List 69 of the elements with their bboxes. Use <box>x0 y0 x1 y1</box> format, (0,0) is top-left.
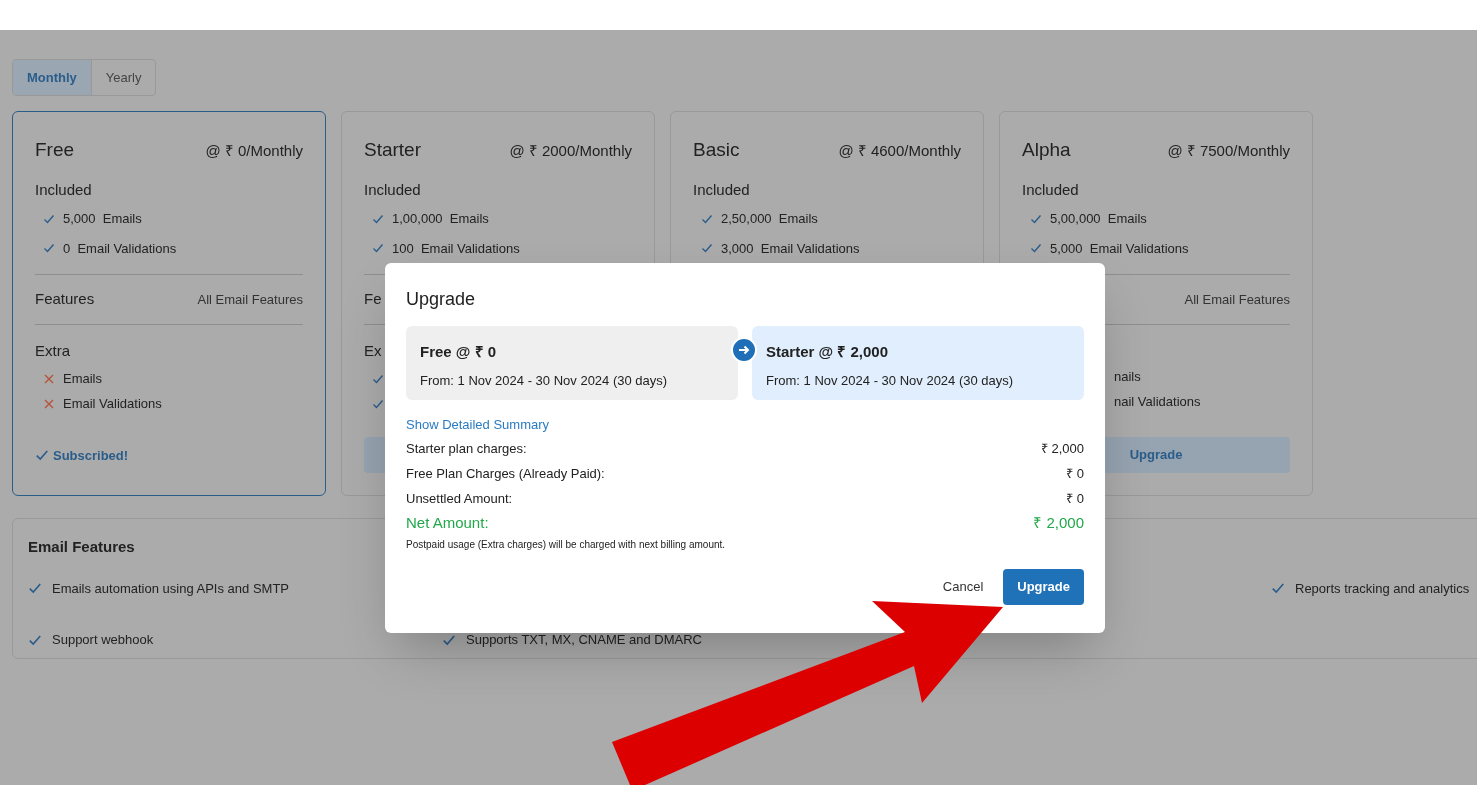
charge-label: Free Plan Charges (Already Paid): <box>406 466 605 482</box>
feature-item: Reports tracking and analytics <box>1295 579 1470 598</box>
feature-item: Supports TXT, MX, CNAME and DMARC <box>466 631 702 649</box>
plan-price: @ ₹ 0/Monthly <box>205 141 303 161</box>
net-amount-value: ₹ 2,000 <box>1033 513 1084 533</box>
check-icon <box>43 212 55 225</box>
plan-period: From: 1 Nov 2024 - 30 Nov 2024 (30 days) <box>766 371 1015 390</box>
cross-icon <box>43 372 55 385</box>
check-icon <box>1030 212 1042 225</box>
cross-icon <box>43 397 55 410</box>
plan-name: Basic <box>693 138 740 162</box>
extra-item: nails <box>1114 368 1141 387</box>
plan-price: @ ₹ 7500/Monthly <box>1167 141 1290 161</box>
check-icon <box>28 581 42 596</box>
included-item: 1,00,000 Emails <box>392 210 489 228</box>
cancel-button[interactable]: Cancel <box>936 569 990 605</box>
plan-name: Free <box>35 138 75 162</box>
check-icon <box>372 397 384 410</box>
summary-link[interactable]: Show Detailed Summary <box>406 417 550 433</box>
section-heading: Included <box>364 179 421 200</box>
check-icon <box>372 212 384 225</box>
included-item: 2,50,000 Emails <box>721 210 818 228</box>
plan-name: Alpha <box>1022 138 1071 162</box>
check-icon <box>1271 581 1285 596</box>
included-item: 0 Email Validations <box>63 239 177 258</box>
section-heading: Ex <box>364 341 382 361</box>
plan-period: From: 1 Nov 2024 - 30 Nov 2024 (30 days) <box>420 371 669 390</box>
charge-value: ₹ 0 <box>1066 491 1084 507</box>
section-heading: Fe <box>364 289 382 310</box>
plan-name: Starter <box>364 138 422 162</box>
extra-item: Emails <box>63 369 102 388</box>
features-value: All Email Features <box>1184 290 1290 309</box>
charge-label: Starter plan charges: <box>406 441 527 457</box>
billing-note: Postpaid usage (Extra charges) will be charged with next billing amount. <box>406 539 726 551</box>
net-amount-label: Net Amount: <box>406 513 489 533</box>
section-heading: Included <box>1022 179 1079 200</box>
plan-price: @ ₹ 4600/Monthly <box>838 141 961 161</box>
plan-summary: Starter @ ₹ 2,000 <box>766 342 890 362</box>
plan-summary: Free @ ₹ 0 <box>420 342 498 362</box>
features-value: All Email Features <box>197 290 303 309</box>
included-item: 100 Email Validations <box>392 239 520 258</box>
charge-label: Unsettled Amount: <box>406 491 513 507</box>
plan-price: @ ₹ 2000/Monthly <box>509 141 632 161</box>
feature-item: Emails automation using APIs and SMTP <box>52 579 289 598</box>
upgrade-button[interactable]: Upgrade <box>1003 569 1084 605</box>
extra-item: nail Validations <box>1114 393 1201 412</box>
section-heading: Included <box>693 179 750 200</box>
check-icon <box>43 242 55 255</box>
included-item: 5,000 Email Validations <box>1050 239 1189 258</box>
billing-tab[interactable]: Yearly <box>91 60 156 95</box>
check-icon <box>701 212 713 225</box>
charge-value: ₹ 2,000 <box>1040 441 1084 457</box>
section-heading: Extra <box>35 341 70 361</box>
included-item: 3,000 Email Validations <box>721 239 860 258</box>
included-item: 5,00,000 Emails <box>1050 210 1147 228</box>
included-item: 5,000 Emails <box>63 210 142 228</box>
section-heading: Included <box>35 179 92 200</box>
feature-item: Support webhook <box>52 631 154 649</box>
subscribed-label: Subscribed! <box>53 446 129 465</box>
dialog-title: Upgrade <box>406 288 476 310</box>
extra-item: Email Validations <box>63 394 162 413</box>
check-icon <box>701 242 713 255</box>
billing-tab[interactable]: Monthly <box>13 60 92 95</box>
check-icon <box>1030 242 1042 255</box>
check-icon <box>372 242 384 255</box>
check-icon <box>35 448 49 463</box>
check-icon <box>372 372 384 385</box>
section-heading: Features <box>35 289 95 310</box>
panel-title: Email Features <box>28 537 135 557</box>
